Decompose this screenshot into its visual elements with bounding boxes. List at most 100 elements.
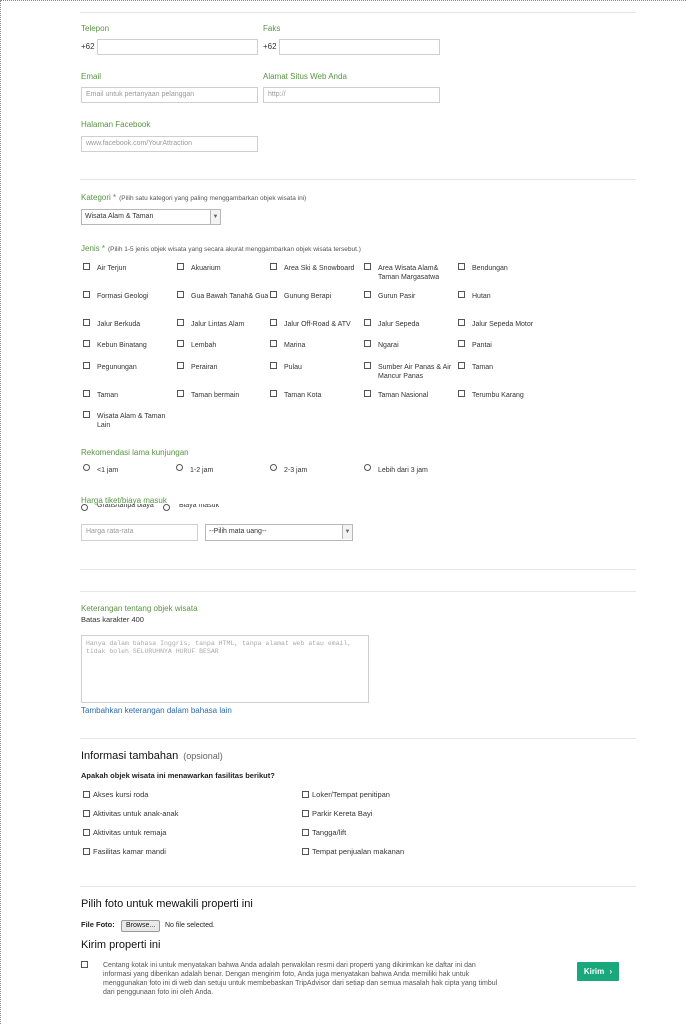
fax-input[interactable]: [279, 39, 440, 55]
type-checkbox[interactable]: [458, 263, 465, 270]
fax-prefix: +62: [263, 42, 277, 51]
additional-info-title: Informasi tambahan (opsional): [81, 750, 223, 762]
fax-label: Faks: [263, 24, 281, 33]
type-checkbox[interactable]: [83, 390, 90, 397]
paid-label: Biaya masuk: [179, 504, 220, 509]
browse-button[interactable]: Browse...: [121, 920, 161, 932]
duration-radio[interactable]: [270, 464, 277, 471]
currency-selected-value: --Pilih mata uang--: [209, 528, 267, 535]
facility-label: Aktivitas untuk anak-anak: [93, 809, 179, 818]
type-option-label: Hutan: [472, 293, 491, 300]
facility-label: Akses kursi roda: [93, 790, 149, 799]
type-checkbox[interactable]: [364, 340, 371, 347]
type-checkbox[interactable]: [177, 362, 184, 369]
type-option-label: Pantai: [472, 342, 492, 349]
facility-checkbox[interactable]: [83, 810, 90, 817]
facility-checkbox[interactable]: [302, 810, 309, 817]
type-checkbox[interactable]: [270, 362, 277, 369]
duration-radio[interactable]: [83, 464, 90, 471]
type-checkbox[interactable]: [83, 362, 90, 369]
type-option-label: Jalur Lintas Alam: [191, 321, 245, 328]
facility-checkbox[interactable]: [83, 848, 90, 855]
free-label: Gratis/tanpa biaya: [97, 504, 154, 509]
divider: [80, 569, 636, 570]
type-option-label: Jalur Sepeda Motor: [472, 321, 534, 328]
email-input[interactable]: Email untuk pertanyaan pelanggan: [81, 87, 258, 103]
file-label: File Foto:: [81, 920, 115, 929]
type-checkbox[interactable]: [270, 319, 277, 326]
email-label: Email: [81, 72, 102, 81]
type-option-label: Taman: [97, 392, 119, 399]
chevron-right-icon: ›: [609, 967, 613, 976]
type-checkbox[interactable]: [364, 263, 371, 270]
type-checkbox[interactable]: [177, 319, 184, 326]
confirm-checkbox[interactable]: [81, 961, 88, 968]
type-option-label: Area Wisata Alam& Taman Margasatwa: [378, 265, 440, 281]
add-language-link[interactable]: Tambahkan keterangan dalam bahasa lain: [81, 706, 232, 715]
type-option-label: Pulau: [284, 364, 302, 371]
type-option-label: Sumber Air Panas & Air Mancur Panas: [378, 364, 452, 380]
phone-input[interactable]: [97, 39, 258, 55]
type-option-label: Taman Kota: [284, 392, 322, 399]
type-checkbox[interactable]: [270, 263, 277, 270]
type-checkbox[interactable]: [83, 263, 90, 270]
category-selected-value: Wisata Alam & Taman: [85, 213, 154, 220]
type-checkbox[interactable]: [177, 263, 184, 270]
type-checkbox[interactable]: [458, 319, 465, 326]
duration-radio[interactable]: [364, 464, 371, 471]
free-radio[interactable]: [81, 504, 88, 511]
facility-checkbox[interactable]: [302, 829, 309, 836]
divider: [80, 179, 636, 180]
divider: [80, 591, 636, 592]
type-checkbox[interactable]: [270, 291, 277, 298]
type-checkbox[interactable]: [83, 340, 90, 347]
type-checkbox[interactable]: [364, 362, 371, 369]
types-label: Jenis * (Pilih 1-5 jenis objek wisata yan…: [81, 244, 361, 253]
facility-checkbox[interactable]: [302, 848, 309, 855]
facebook-input[interactable]: www.facebook.com/YourAttraction: [81, 136, 258, 152]
type-checkbox[interactable]: [364, 319, 371, 326]
facility-checkbox[interactable]: [302, 791, 309, 798]
type-option-label: Jalur Off-Road & ATV: [284, 321, 351, 328]
category-hint: (Pilih satu kategori yang paling menggam…: [119, 195, 307, 202]
submit-button[interactable]: Kirim ›: [577, 962, 619, 981]
type-option-label: Akuarium: [191, 265, 221, 272]
type-checkbox[interactable]: [83, 291, 90, 298]
type-option-label: Formasi Geologi: [97, 293, 149, 300]
type-option-label: Jalur Sepeda: [378, 321, 420, 328]
type-checkbox[interactable]: [177, 390, 184, 397]
type-option-label: Air Terjun: [97, 265, 127, 272]
category-select[interactable]: Wisata Alam & Taman ▼: [81, 209, 221, 225]
duration-radio[interactable]: [176, 464, 183, 471]
type-checkbox[interactable]: [458, 291, 465, 298]
type-checkbox[interactable]: [270, 390, 277, 397]
type-option-label: Terumbu Karang: [472, 392, 524, 399]
type-checkbox[interactable]: [458, 390, 465, 397]
type-checkbox[interactable]: [458, 340, 465, 347]
type-checkbox[interactable]: [83, 411, 90, 418]
category-label: Kategori * (Pilih satu kategori yang pali…: [81, 193, 306, 202]
type-checkbox[interactable]: [83, 319, 90, 326]
type-checkbox[interactable]: [364, 291, 371, 298]
type-checkbox[interactable]: [364, 390, 371, 397]
phone-prefix: +62: [81, 42, 95, 51]
chevron-down-icon: ▼: [342, 525, 352, 539]
facebook-label: Halaman Facebook: [81, 120, 151, 129]
type-checkbox[interactable]: [177, 340, 184, 347]
type-checkbox[interactable]: [177, 291, 184, 298]
facility-label: Tempat penjualan makanan: [312, 847, 405, 856]
average-price-input[interactable]: Harga rata-rata: [81, 524, 198, 541]
type-option-label: Gua Bawah Tanah& Gua: [191, 293, 269, 300]
duration-label: Rekomendasi lama kunjungan: [81, 448, 189, 457]
description-textarea[interactable]: Hanya dalam bahasa Inggris, tanpa HTML, …: [81, 635, 369, 703]
type-option-label: Jalur Berkuda: [97, 321, 141, 328]
currency-select[interactable]: --Pilih mata uang-- ▼: [205, 524, 353, 541]
type-checkbox[interactable]: [458, 362, 465, 369]
website-input[interactable]: http://: [263, 87, 440, 103]
facility-checkbox[interactable]: [83, 829, 90, 836]
paid-radio[interactable]: [163, 504, 170, 511]
type-option-label: Marina: [284, 342, 306, 349]
type-checkbox[interactable]: [270, 340, 277, 347]
facility-checkbox[interactable]: [83, 791, 90, 798]
phone-label: Telepon: [81, 24, 110, 33]
